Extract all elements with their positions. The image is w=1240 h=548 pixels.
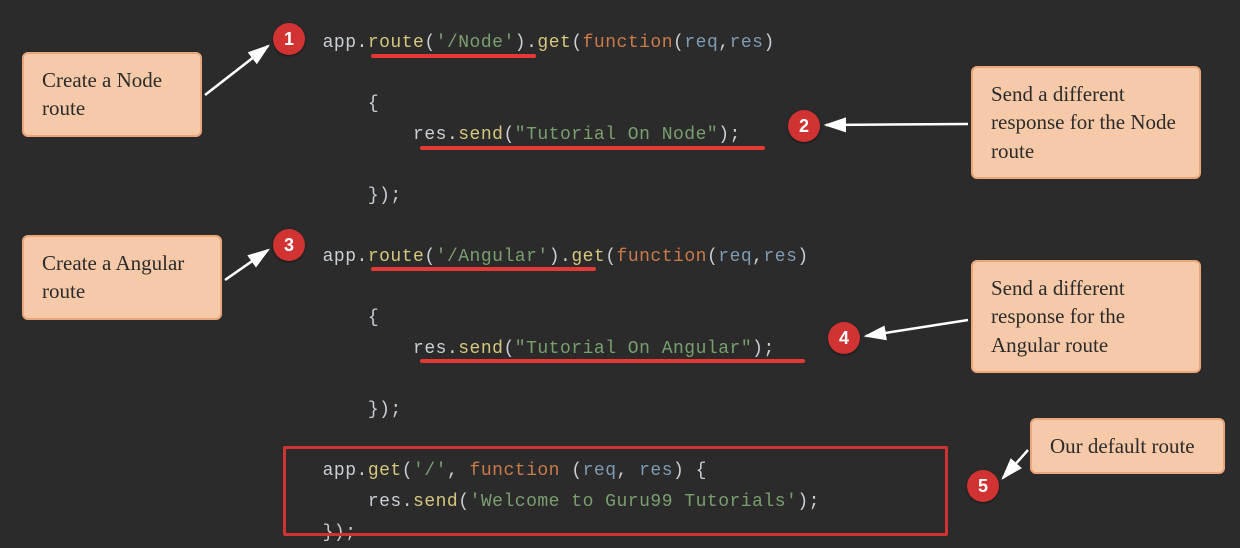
callout-1: Create a Node route xyxy=(22,52,202,137)
underline-1 xyxy=(371,54,536,58)
marker-1: 1 xyxy=(273,23,305,55)
callout-2: Send a different response for the Node r… xyxy=(971,66,1201,179)
underline-3 xyxy=(371,267,596,271)
marker-3: 3 xyxy=(273,229,305,261)
code-line: { xyxy=(300,303,820,334)
marker-2: 2 xyxy=(788,110,820,142)
callout-3: Create a Angular route xyxy=(22,235,222,320)
underline-2 xyxy=(420,146,765,150)
code-line: }); xyxy=(300,395,820,426)
marker-4: 4 xyxy=(828,322,860,354)
default-route-box xyxy=(283,446,948,536)
code-line: }); xyxy=(300,181,820,212)
underline-4 xyxy=(420,359,805,363)
marker-5: 5 xyxy=(967,470,999,502)
callout-4: Send a different response for the Angula… xyxy=(971,260,1201,373)
callout-5: Our default route xyxy=(1030,418,1225,474)
code-line: { xyxy=(300,89,820,120)
